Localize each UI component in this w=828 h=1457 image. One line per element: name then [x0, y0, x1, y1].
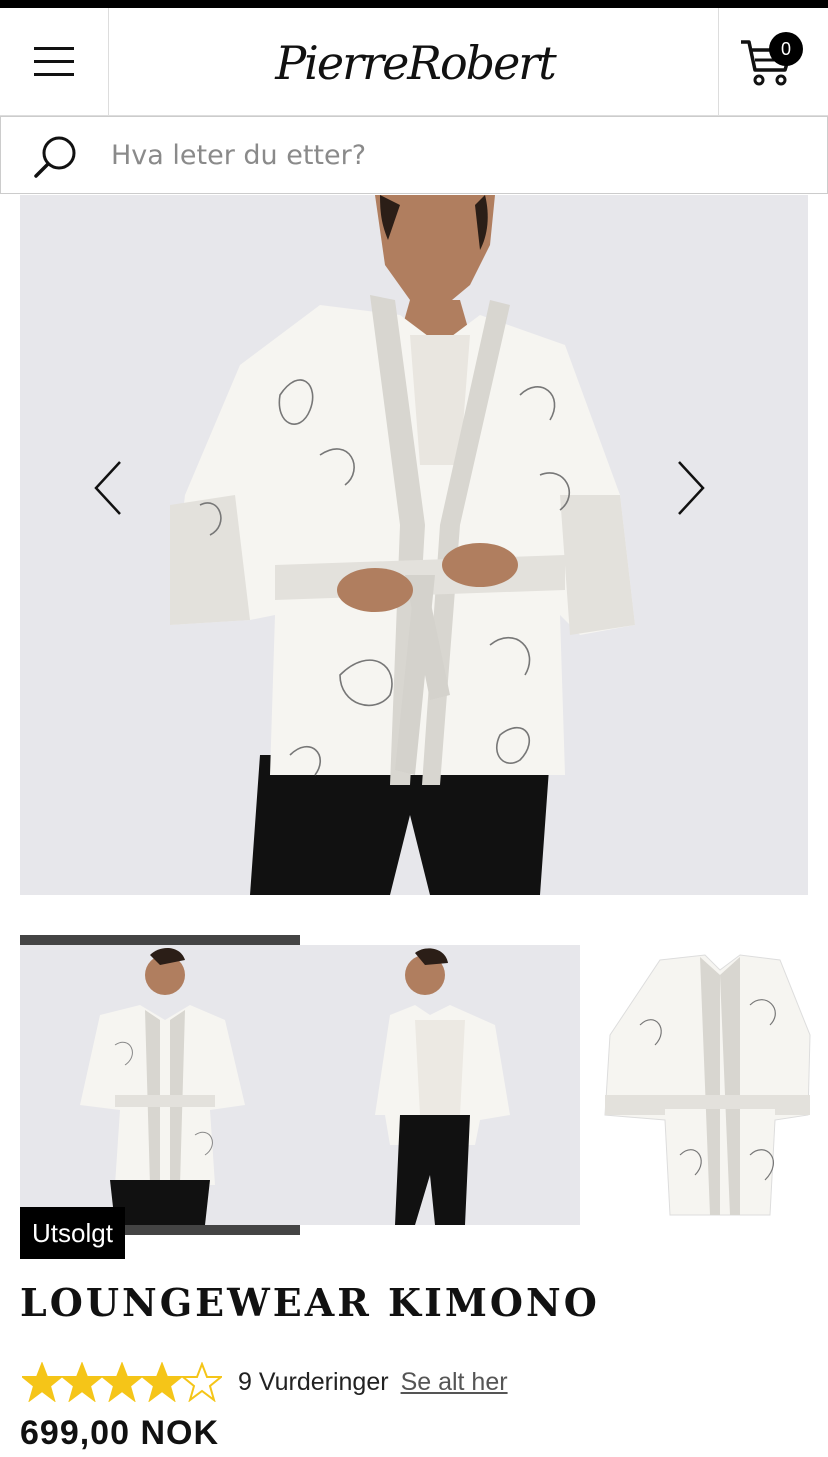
logo-text: PierreRobert	[275, 36, 557, 90]
hamburger-icon	[34, 46, 74, 76]
previous-image-button[interactable]	[92, 460, 152, 540]
next-image-button[interactable]	[675, 460, 735, 540]
search-input[interactable]	[111, 129, 801, 181]
site-header: PierreRobert 0	[0, 8, 828, 116]
see-all-reviews-link[interactable]: Se alt her	[401, 1368, 508, 1397]
star-filled-icon	[62, 1362, 102, 1402]
search-icon[interactable]	[33, 133, 79, 179]
product-photo	[20, 195, 808, 895]
thumbnail-2[interactable]	[300, 945, 580, 1225]
cart-button[interactable]: 0	[718, 8, 828, 115]
chevron-left-icon	[94, 461, 121, 515]
search-bar	[0, 116, 828, 194]
sold-out-badge: Utsolgt	[20, 1207, 125, 1259]
thumbnail-photo-flat	[580, 945, 828, 1225]
rating-stars[interactable]	[22, 1362, 222, 1402]
menu-button[interactable]	[0, 8, 109, 115]
product-rating: 9 Vurderinger Se alt her	[22, 1360, 508, 1404]
star-filled-icon	[142, 1362, 182, 1402]
star-empty-icon	[182, 1362, 222, 1402]
rating-count: 9 Vurderinger	[238, 1367, 389, 1396]
thumbnail-selected-indicator	[20, 935, 300, 945]
thumbnail-photo-side	[300, 945, 580, 1225]
product-price: 699,00 NOK	[20, 1414, 219, 1452]
product-image-main[interactable]	[20, 195, 808, 895]
thumbnail-photo-front	[20, 945, 300, 1225]
product-title: LOUNGEWEAR KIMONO	[20, 1280, 600, 1325]
top-bar	[0, 0, 828, 8]
star-filled-icon	[22, 1362, 62, 1402]
brand-logo[interactable]: PierreRobert	[260, 22, 570, 104]
cart-count-badge: 0	[769, 32, 803, 66]
chevron-right-icon	[678, 461, 705, 515]
thumbnail-3[interactable]	[580, 945, 828, 1225]
thumbnail-strip	[20, 935, 828, 1235]
star-filled-icon	[102, 1362, 142, 1402]
thumbnail-1[interactable]	[20, 945, 300, 1225]
